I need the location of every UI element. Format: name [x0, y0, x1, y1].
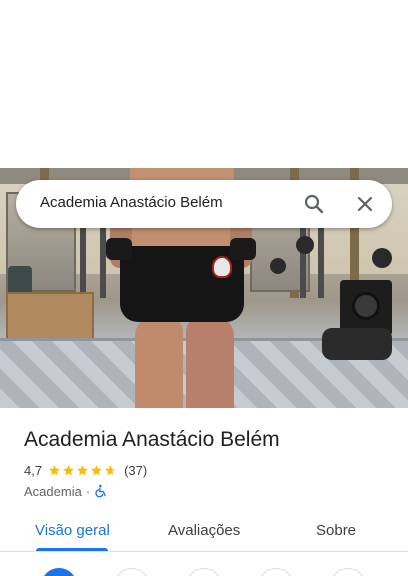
category-row: Academia · [24, 482, 108, 500]
place-info-panel: Academia Anastácio Belém 4,7 (37) Academ… [0, 408, 408, 576]
photo-person-leg [135, 316, 183, 408]
star-icon [49, 464, 60, 475]
place-category[interactable]: Academia [24, 484, 82, 499]
photo-person-glove [106, 238, 132, 260]
rating-row[interactable]: 4,7 (37) [24, 461, 147, 479]
photo-bucket [8, 266, 32, 294]
wheelchair-icon [94, 484, 108, 498]
review-count[interactable]: (37) [124, 463, 147, 478]
tab-sobre[interactable]: Sobre [316, 522, 356, 539]
action-button[interactable] [114, 568, 150, 576]
photo-rack [80, 228, 86, 298]
place-tabs: Visão geral Avaliações Sobre [0, 512, 408, 552]
action-button-primary[interactable] [41, 568, 77, 576]
star-icon [63, 464, 74, 475]
photo-skirt-patch [212, 256, 232, 278]
tab-visao-geral[interactable]: Visão geral [35, 522, 110, 539]
rating-stars [48, 464, 118, 477]
photo-weight-plate [270, 258, 286, 274]
photo-speaker-cone [352, 292, 380, 320]
photo-mat [322, 328, 392, 360]
top-blank-area [0, 0, 408, 168]
close-icon[interactable] [353, 192, 377, 216]
photo-weight-plate [296, 236, 314, 254]
action-button[interactable] [258, 568, 294, 576]
action-button[interactable] [330, 568, 366, 576]
photo-weight-plate [372, 248, 392, 268]
photo-person-leg [186, 316, 234, 408]
star-icon [77, 464, 88, 475]
photo-rack [100, 228, 106, 298]
photo-person-glove [230, 238, 256, 260]
action-button[interactable] [186, 568, 222, 576]
separator-dot: · [85, 483, 91, 499]
search-bar[interactable]: Academia Anastácio Belém [16, 180, 392, 228]
photo-rack [318, 228, 324, 298]
search-query-text[interactable]: Academia Anastácio Belém [40, 194, 223, 211]
star-icon [105, 464, 116, 475]
star-icon [91, 464, 102, 475]
place-title: Academia Anastácio Belém [24, 428, 280, 451]
tab-avaliacoes[interactable]: Avaliações [168, 522, 240, 539]
search-icon[interactable] [302, 192, 326, 216]
rating-value: 4,7 [24, 462, 43, 478]
active-tab-indicator [36, 548, 108, 551]
